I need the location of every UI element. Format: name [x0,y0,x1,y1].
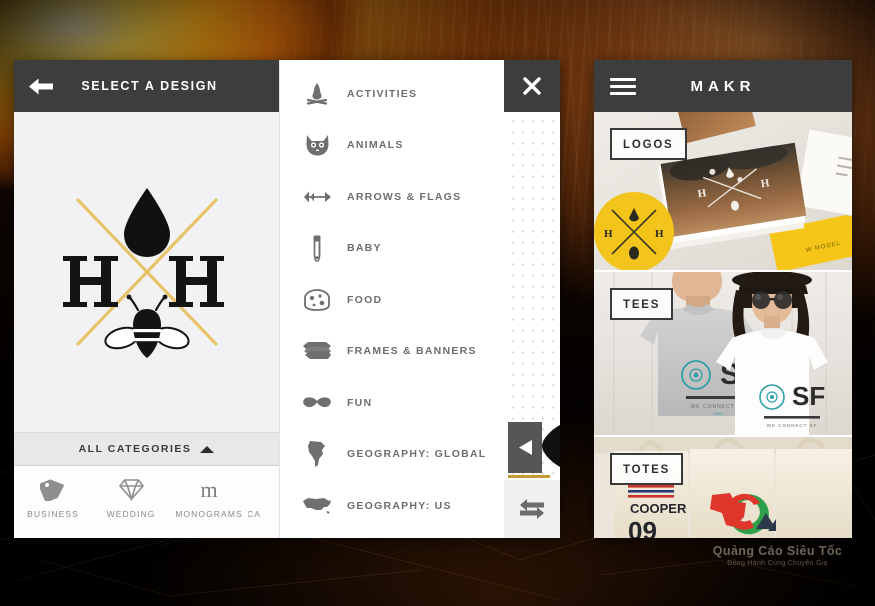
design-panel: SELECT A DESIGN ALL CATEGORIES BUSINESS … [14,60,280,538]
peek-graphic [540,420,560,472]
category-row-fun[interactable]: FUN [280,377,504,429]
safety-pin-icon [302,234,332,262]
screenshot-stage: SELECT A DESIGN ALL CATEGORIES BUSINESS … [0,0,875,606]
category-label: BABY [347,242,382,255]
campfire-icon [302,80,332,108]
select-design-screen: SELECT A DESIGN ALL CATEGORIES BUSINESS … [14,60,560,538]
svg-text:SF: SF [792,381,825,411]
category-strip: BUSINESS WEDDING m MONOGRAMS CA [14,466,279,538]
design-topbar: SELECT A DESIGN [14,60,279,112]
design-canvas[interactable] [14,112,279,432]
category-chip-label: MONOGRAMS [175,509,243,519]
hamburger-menu-icon[interactable] [610,77,636,95]
close-button[interactable] [504,60,560,112]
gold-divider [508,475,550,478]
swap-arrows-icon [520,499,544,519]
tile-badge-logos: LOGOS [610,128,687,160]
south-america-map-icon [302,440,332,468]
back-button[interactable] [28,78,58,95]
makr-header: MAKR [594,60,852,112]
svg-text:COOPER: COOPER [630,501,687,516]
arrow-icon [302,183,332,211]
category-label: FOOD [347,293,383,306]
category-label: ACTIVITIES [347,87,418,100]
category-label: FRAMES & BANNERS [347,345,477,358]
letter-m-icon: m [194,475,224,503]
category-label: GEOGRAPHY: GLOBAL [347,448,487,461]
category-chip-label: CA [248,509,261,519]
brand-title: MAKR [690,77,756,95]
category-row-arrows-flags[interactable]: ARROWS & FLAGS [280,171,504,223]
category-label: GEOGRAPHY: US [347,499,452,512]
tile-label: LOGOS [623,139,674,151]
category-label: ANIMALS [347,139,404,152]
category-label: FUN [347,396,373,409]
category-chip-wedding[interactable]: WEDDING [92,475,170,519]
arrow-left-icon [29,78,53,94]
mustache-icon [302,389,332,417]
svg-text:WE CONNECT SF: WE CONNECT SF [767,423,818,428]
category-row-geography-global[interactable]: GEOGRAPHY: GLOBAL [280,429,504,481]
all-categories-label: ALL CATEGORIES [78,443,192,455]
category-row-frames-banners[interactable]: FRAMES & BANNERS [280,326,504,378]
tile-badge-tees: TEES [610,288,674,320]
category-row-partial[interactable] [280,532,504,539]
banner-icon [302,337,332,365]
page-title: SELECT A DESIGN [81,79,218,93]
tag-icon [40,475,66,503]
category-chip-label: WEDDING [106,509,156,519]
tile-label: TOTES [623,464,671,476]
cat-face-icon [302,131,332,159]
category-list[interactable]: ACTIVITIES ANIMALS ARROWS & FLAGS BABY F… [280,60,504,538]
tile-tees[interactable]: SF WE CONNECT SF 2015 [594,272,852,437]
category-row-geography-us[interactable]: GEOGRAPHY: US [280,480,504,532]
category-chip-clipped[interactable]: CA [248,475,279,519]
svg-text:09: 09 [628,516,657,538]
all-categories-button[interactable]: ALL CATEGORIES [14,432,279,466]
close-x-icon [523,77,541,95]
svg-text:H: H [655,228,664,240]
diamond-icon [118,475,145,503]
tile-badge-totes: TOTES [610,453,684,485]
category-row-food[interactable]: FOOD [280,274,504,326]
caret-up-icon [200,445,215,453]
category-row-activities[interactable]: ACTIVITIES [280,68,504,120]
category-row-baby[interactable]: BABY [280,223,504,275]
svg-text:H: H [604,228,613,240]
category-chip-monograms[interactable]: m MONOGRAMS [170,475,248,519]
svg-text:2015: 2015 [714,411,724,416]
list-rail [504,60,560,538]
svg-text:m: m [200,477,217,502]
triangle-left-icon [518,440,532,455]
category-chip-label: BUSINESS [27,509,79,519]
category-row-animals[interactable]: ANIMALS [280,120,504,172]
cheese-icon [302,286,332,314]
hxh-monogram-logo [62,188,224,358]
tile-totes[interactable]: COOPER 09 TOTES [594,437,852,538]
swap-button[interactable] [504,480,560,538]
category-label: ARROWS & FLAGS [347,190,462,203]
category-list-panel: ACTIVITIES ANIMALS ARROWS & FLAGS BABY F… [280,60,560,538]
category-chip-business[interactable]: BUSINESS [14,475,92,519]
tile-label: TEES [623,299,661,311]
tile-logos[interactable]: W MODEL H H H H LOGOS [594,112,852,272]
previous-button[interactable] [508,422,542,473]
usa-map-icon [302,492,332,520]
makr-home-screen: MAKR W MODEL H H H H LOGOS WE CONNECT SF… [594,60,852,538]
